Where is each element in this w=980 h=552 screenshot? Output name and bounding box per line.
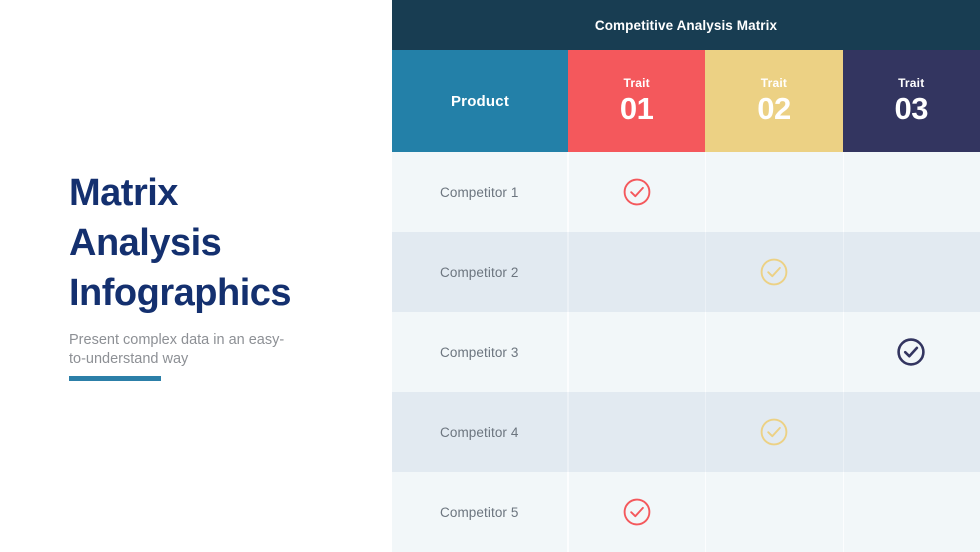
matrix-cell-trait02[interactable] [705,392,842,472]
matrix-cell-trait03[interactable] [842,152,980,232]
row-label: Competitor 4 [440,424,519,440]
column-header-product[interactable]: Product [392,50,568,152]
column-header-trait-03-eyebrow: Trait [898,75,925,90]
column-header-trait-02-eyebrow: Trait [760,75,788,90]
matrix-cell-trait02[interactable] [705,232,842,312]
check-circle-icon [623,178,650,206]
column-header-trait-03-number: 03 [894,90,929,126]
column-header-trait-02[interactable]: Trait 02 [705,50,843,152]
matrix-cell-trait01[interactable] [568,472,705,552]
matrix-cell-trait01[interactable] [568,392,705,472]
slide-canvas: Matrix Analysis Infographics Present com… [0,0,980,552]
matrix-cell-trait03[interactable] [842,312,980,392]
page-subtitle: Present complex data in an easy- to-unde… [69,332,285,367]
left-text-panel: Matrix Analysis Infographics Present com… [0,0,392,551]
matrix-cell-trait01[interactable] [568,152,705,232]
matrix-cell-trait01[interactable] [568,232,705,312]
matrix-title-text: Competitive Analysis Matrix [594,17,778,33]
row-label-cell: Competitor 2 [392,232,568,312]
column-header-trait-01[interactable]: Trait 01 [568,50,706,152]
column-header-product-label: Product [450,92,510,110]
check-circle-icon [897,338,925,366]
matrix-table-panel: Competitive Analysis Matrix Product Trai… [392,0,980,552]
row-label-cell: Competitor 5 [392,472,568,552]
row-label: Competitor 2 [440,264,519,280]
table-row[interactable]: Competitor 1 [392,152,980,232]
check-circle-icon [760,258,788,286]
matrix-cell-trait02[interactable] [705,312,842,392]
accent-underline-bar [69,376,161,381]
column-header-trait-03[interactable]: Trait 03 [842,50,980,152]
check-circle-icon [623,498,650,526]
column-header-trait-01-number: 01 [619,90,654,126]
matrix-title-bar: Competitive Analysis Matrix [392,0,980,50]
table-row[interactable]: Competitor 3 [392,312,980,392]
row-label: Competitor 3 [440,344,519,360]
matrix-cell-trait02[interactable] [705,472,842,552]
row-label-cell: Competitor 4 [392,392,568,472]
matrix-cell-trait02[interactable] [705,152,842,232]
table-row[interactable]: Competitor 2 [392,232,980,312]
matrix-cell-trait03[interactable] [842,232,980,312]
row-label: Competitor 1 [440,184,519,200]
check-circle-icon [760,418,788,446]
row-label-cell: Competitor 1 [392,152,568,232]
matrix-cell-trait03[interactable] [842,472,980,552]
page-title: Matrix Analysis Infographics [69,172,292,314]
title-block: Matrix Analysis Infographics Present com… [69,168,369,369]
row-label: Competitor 5 [440,504,519,520]
matrix-header-row: Product Trait 01 Trait 02 Trait 03 [392,50,980,152]
matrix-body: Competitor 1 Competitor 2 Competitor 3 Comp… [392,152,980,552]
table-row[interactable]: Competitor 5 [392,472,980,552]
column-header-trait-02-number: 02 [757,90,791,126]
matrix-cell-trait03[interactable] [842,392,980,472]
row-label-cell: Competitor 3 [392,312,568,392]
table-row[interactable]: Competitor 4 [392,392,980,472]
matrix-cell-trait01[interactable] [568,312,705,392]
column-header-trait-01-eyebrow: Trait [623,75,650,90]
